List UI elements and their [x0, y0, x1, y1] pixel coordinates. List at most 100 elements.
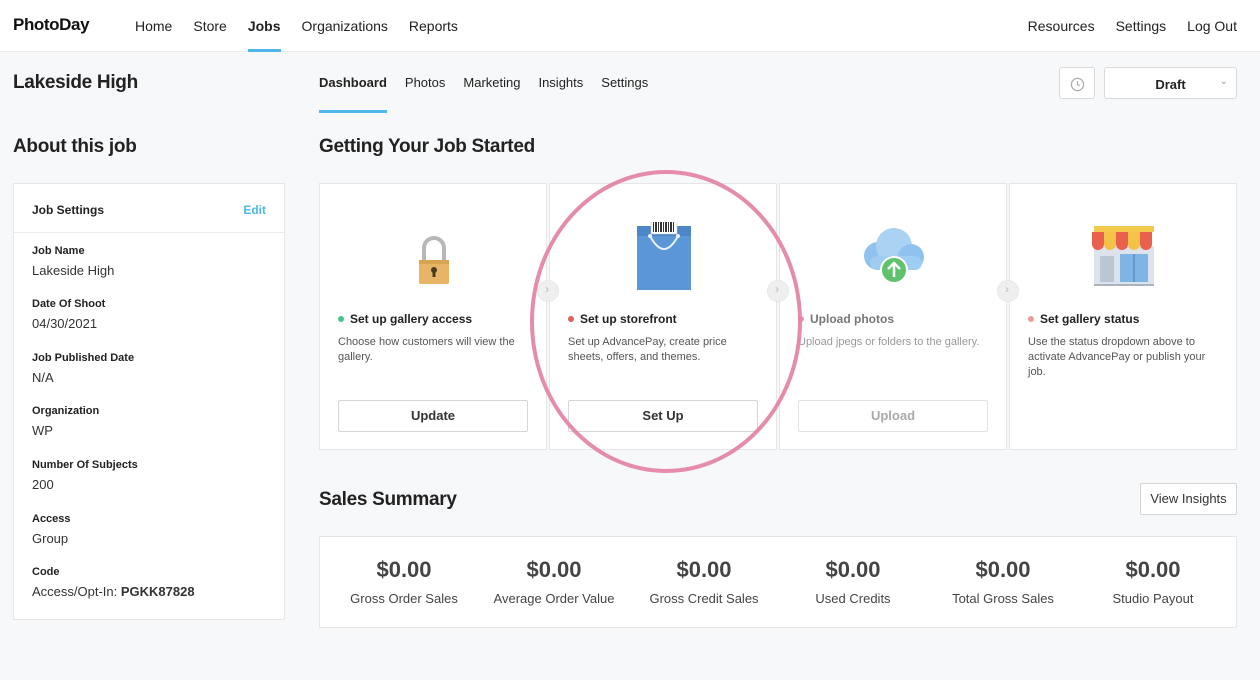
field-label: Number Of Subjects — [32, 459, 138, 471]
field-value: Lakeside High — [32, 263, 115, 278]
field-label: Date Of Shoot — [32, 298, 106, 310]
step-title: Set up storefront — [580, 312, 677, 326]
metric-value: $0.00 — [975, 557, 1031, 582]
field-value: Group — [32, 531, 69, 546]
field-label: Code — [32, 566, 60, 578]
metric-label: Total Gross Sales — [952, 591, 1054, 606]
sales-summary-card: $0.00 Gross Order Sales $0.00 Average Or… — [319, 536, 1237, 628]
metric-label: Used Credits — [815, 591, 891, 606]
tab-dashboard[interactable]: Dashboard — [319, 52, 387, 114]
step-title: Set up gallery access — [350, 312, 473, 326]
nav-logout[interactable]: Log Out — [1187, 0, 1237, 52]
status-dot — [568, 316, 574, 322]
field-label: Access — [32, 513, 71, 525]
field-value: 04/30/2021 — [32, 316, 98, 331]
nav-resources[interactable]: Resources — [1028, 0, 1095, 52]
metric-label: Average Order Value — [493, 591, 615, 606]
access-code-prefix: Access/Opt-In: — [32, 584, 121, 599]
metric-value: $0.00 — [676, 557, 732, 582]
step-upload-photos: Upload photos Upload jpegs or folders to… — [779, 183, 1007, 450]
upload-photos-button[interactable]: Upload — [798, 400, 988, 432]
step-storefront: Set up storefront Set up AdvancePay, cre… — [549, 183, 777, 450]
getting-started-steps: Set up gallery access Choose how custome… — [319, 183, 1237, 450]
photoday-logo[interactable]: PhotoDay — [13, 15, 90, 35]
step-gallery-status: Set gallery status Use the status dropdo… — [1009, 183, 1237, 450]
step-title: Set gallery status — [1040, 312, 1140, 326]
field-label: Organization — [32, 405, 100, 417]
step-gallery-access: Set up gallery access Choose how custome… — [319, 183, 547, 450]
tab-settings[interactable]: Settings — [601, 52, 648, 114]
field-value: N/A — [32, 370, 54, 385]
nav-home[interactable]: Home — [135, 0, 172, 52]
step-arrow-icon: › — [767, 280, 789, 302]
shopping-bag-icon — [637, 219, 691, 290]
metric-label: Studio Payout — [1112, 591, 1194, 606]
metric-used-credits: $0.00 Used Credits — [778, 557, 928, 606]
access-code: PGKK87828 — [120, 584, 195, 599]
job-settings-header: Job Settings Edit — [14, 184, 284, 233]
status-dot — [1028, 316, 1034, 322]
job-tabs: Dashboard Photos Marketing Insights Sett… — [319, 52, 666, 114]
tab-photos[interactable]: Photos — [405, 52, 445, 114]
view-insights-button[interactable]: View Insights — [1140, 483, 1237, 515]
job-status-value: Draft — [1155, 77, 1186, 92]
account-nav: Resources Settings Log Out — [1007, 0, 1237, 52]
history-button[interactable] — [1059, 67, 1095, 99]
step-description: Upload jpegs or folders to the gallery. — [798, 336, 980, 348]
field-code: Code Access/Opt-In: PGKK87828 — [32, 566, 195, 599]
field-published-date: Job Published Date N/A — [32, 352, 134, 385]
field-value: WP — [32, 423, 53, 438]
field-label: Job Name — [32, 245, 85, 257]
edit-job-settings-link[interactable]: Edit — [243, 203, 266, 217]
field-value: 200 — [32, 477, 54, 492]
cloud-upload-icon — [864, 228, 924, 284]
tab-marketing[interactable]: Marketing — [463, 52, 520, 114]
metric-value: $0.00 — [1125, 557, 1181, 582]
metric-label: Gross Order Sales — [350, 591, 458, 606]
metric-label: Gross Credit Sales — [649, 591, 759, 606]
job-settings-card: Job Settings Edit Job Name Lakeside High… — [13, 183, 285, 620]
step-arrow-icon: › — [537, 280, 559, 302]
metric-average-order-value: $0.00 Average Order Value — [479, 557, 629, 606]
field-value: Access/Opt-In: PGKK87828 — [32, 584, 195, 599]
top-navigation: PhotoDay Home Store Jobs Organizations R… — [0, 0, 1260, 52]
field-access: Access Group — [32, 513, 71, 546]
step-title: Upload photos — [810, 312, 894, 326]
nav-jobs[interactable]: Jobs — [247, 0, 281, 52]
status-dot — [798, 316, 804, 322]
getting-started-heading: Getting Your Job Started — [319, 136, 535, 157]
metric-gross-order-sales: $0.00 Gross Order Sales — [329, 557, 479, 606]
field-job-name: Job Name Lakeside High — [32, 245, 114, 278]
field-organization: Organization WP — [32, 405, 99, 438]
chevron-down-icon: ⌄ — [1219, 76, 1228, 87]
metric-gross-credit-sales: $0.00 Gross Credit Sales — [629, 557, 779, 606]
job-status-dropdown[interactable]: Draft ⌄ — [1104, 67, 1237, 99]
storefront-icon — [1092, 226, 1154, 286]
step-description: Use the status dropdown above to activat… — [1028, 336, 1206, 378]
sales-summary-heading: Sales Summary — [319, 489, 457, 510]
nav-settings[interactable]: Settings — [1116, 0, 1167, 52]
nav-organizations[interactable]: Organizations — [302, 0, 388, 52]
tab-insights[interactable]: Insights — [538, 52, 583, 114]
step-description: Choose how customers will view the galle… — [338, 336, 515, 363]
nav-reports[interactable]: Reports — [409, 0, 458, 52]
nav-store[interactable]: Store — [193, 0, 226, 52]
step-description: Set up AdvancePay, create price sheets, … — [568, 336, 727, 363]
field-date-of-shoot: Date Of Shoot 04/30/2021 — [32, 298, 105, 331]
status-dot — [338, 316, 344, 322]
field-label: Job Published Date — [32, 352, 135, 364]
history-icon — [1070, 77, 1085, 92]
metric-value: $0.00 — [526, 557, 582, 582]
set-up-storefront-button[interactable]: Set Up — [568, 400, 758, 432]
field-number-of-subjects: Number Of Subjects 200 — [32, 459, 138, 492]
main-nav: Home Store Jobs Organizations Reports — [135, 0, 479, 52]
metric-value: $0.00 — [376, 557, 432, 582]
job-settings-heading: Job Settings — [32, 203, 105, 217]
update-gallery-access-button[interactable]: Update — [338, 400, 528, 432]
padlock-icon — [419, 236, 449, 284]
metric-value: $0.00 — [825, 557, 881, 582]
metric-total-gross-sales: $0.00 Total Gross Sales — [928, 557, 1078, 606]
metric-studio-payout: $0.00 Studio Payout — [1078, 557, 1228, 606]
about-job-heading: About this job — [13, 136, 137, 157]
job-title: Lakeside High — [13, 72, 138, 93]
